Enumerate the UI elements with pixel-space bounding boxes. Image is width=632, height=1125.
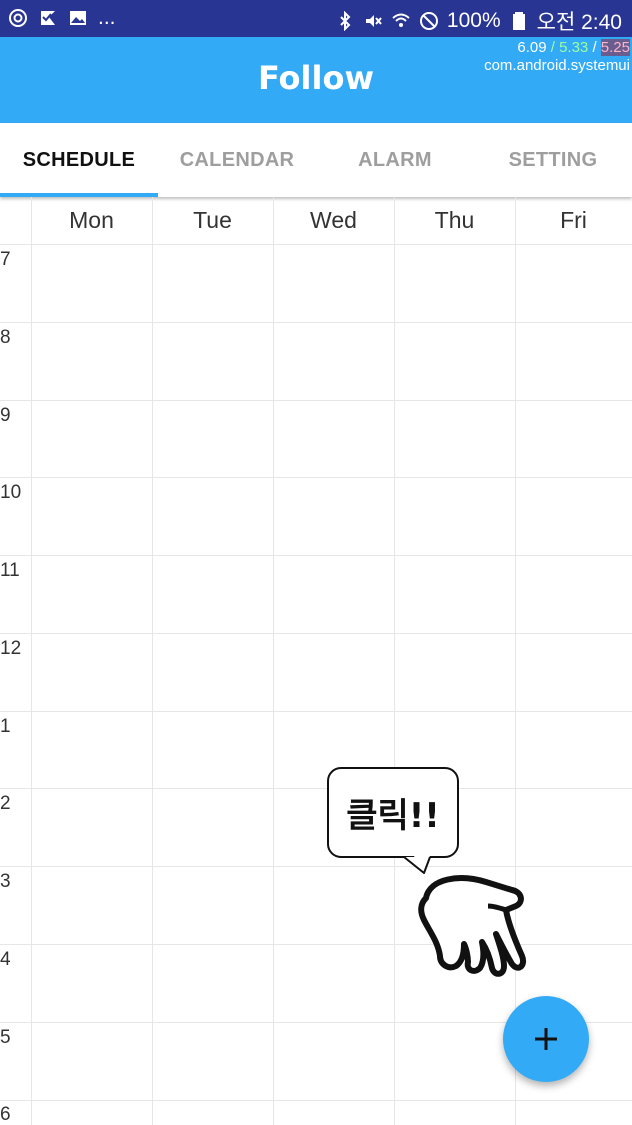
row-divider [0, 244, 632, 245]
day-header-thu: Thu [434, 207, 475, 233]
debug-value-2: 5.33 [559, 39, 589, 56]
battery-percent: 100% [446, 9, 501, 32]
day-header-tue: Tue [193, 207, 232, 233]
row-divider [0, 1100, 632, 1101]
debug-separator: / [588, 39, 601, 56]
debug-value-1: 6.09 [517, 39, 547, 56]
tab-calendar[interactable]: CALENDAR [158, 123, 316, 197]
column-divider [515, 197, 516, 1125]
row-divider [0, 400, 632, 401]
row-divider [0, 788, 632, 789]
status-bar: ... 100% 오전 2:40 [0, 0, 632, 37]
column-divider [273, 197, 274, 1125]
row-divider [0, 555, 632, 556]
hour-label: 10 [0, 482, 22, 503]
timetable[interactable]: Mon Tue Wed Thu Fri 7 8 9 10 11 12 1 2 3… [0, 197, 632, 1125]
hour-label: 12 [0, 638, 22, 659]
hour-label: 9 [0, 405, 11, 426]
hour-label: 11 [0, 560, 20, 581]
pointing-hand-icon [418, 875, 526, 977]
debug-process-name: com.android.systemui [484, 57, 630, 74]
hour-label: 7 [0, 249, 11, 270]
hour-label: 1 [0, 716, 11, 737]
hour-label: 4 [0, 949, 11, 970]
day-header-mon: Mon [69, 207, 114, 233]
day-header-wed: Wed [310, 207, 357, 233]
tab-setting[interactable]: SETTING [474, 123, 632, 197]
row-divider [0, 866, 632, 867]
wifi-icon [391, 10, 411, 32]
image-icon [68, 7, 88, 29]
row-divider [0, 944, 632, 945]
column-divider [152, 197, 153, 1125]
app-bar: Follow 6.09 / 5.33 / 5.25 com.android.sy… [0, 37, 632, 123]
do-not-disturb-icon [419, 10, 439, 32]
debug-frame-stats: 6.09 / 5.33 / 5.25 [484, 39, 630, 57]
tab-schedule[interactable]: SCHEDULE [0, 123, 158, 197]
hint-speech-bubble: 클릭!! [327, 767, 459, 858]
debug-value-3: 5.25 [600, 39, 630, 56]
tab-bar: SCHEDULE CALENDAR ALARM SETTING [0, 123, 632, 197]
hour-label: 3 [0, 871, 11, 892]
bluetooth-icon [335, 10, 355, 32]
hour-label: 5 [0, 1027, 11, 1048]
status-left: ... [8, 6, 116, 30]
status-right: 100% 오전 2:40 [335, 6, 622, 36]
add-schedule-button[interactable] [503, 996, 589, 1082]
status-more: ... [98, 6, 116, 29]
check-flag-icon [38, 7, 58, 29]
target-icon [8, 7, 28, 29]
row-divider [0, 477, 632, 478]
tab-alarm[interactable]: ALARM [316, 123, 474, 197]
battery-icon [509, 10, 529, 32]
row-divider [0, 322, 632, 323]
hour-label: 8 [0, 327, 11, 348]
plus-icon [535, 1028, 557, 1050]
day-header-fri: Fri [560, 207, 587, 233]
row-divider [0, 633, 632, 634]
column-divider [31, 197, 32, 1125]
hour-label: 2 [0, 793, 11, 814]
column-divider [394, 197, 395, 1125]
hour-label: 6 [0, 1104, 11, 1125]
mute-icon [363, 10, 383, 32]
status-time: 오전 2:40 [536, 11, 622, 34]
debug-separator: / [546, 39, 560, 56]
debug-overlay: 6.09 / 5.33 / 5.25 com.android.systemui [484, 39, 630, 75]
row-divider [0, 711, 632, 712]
